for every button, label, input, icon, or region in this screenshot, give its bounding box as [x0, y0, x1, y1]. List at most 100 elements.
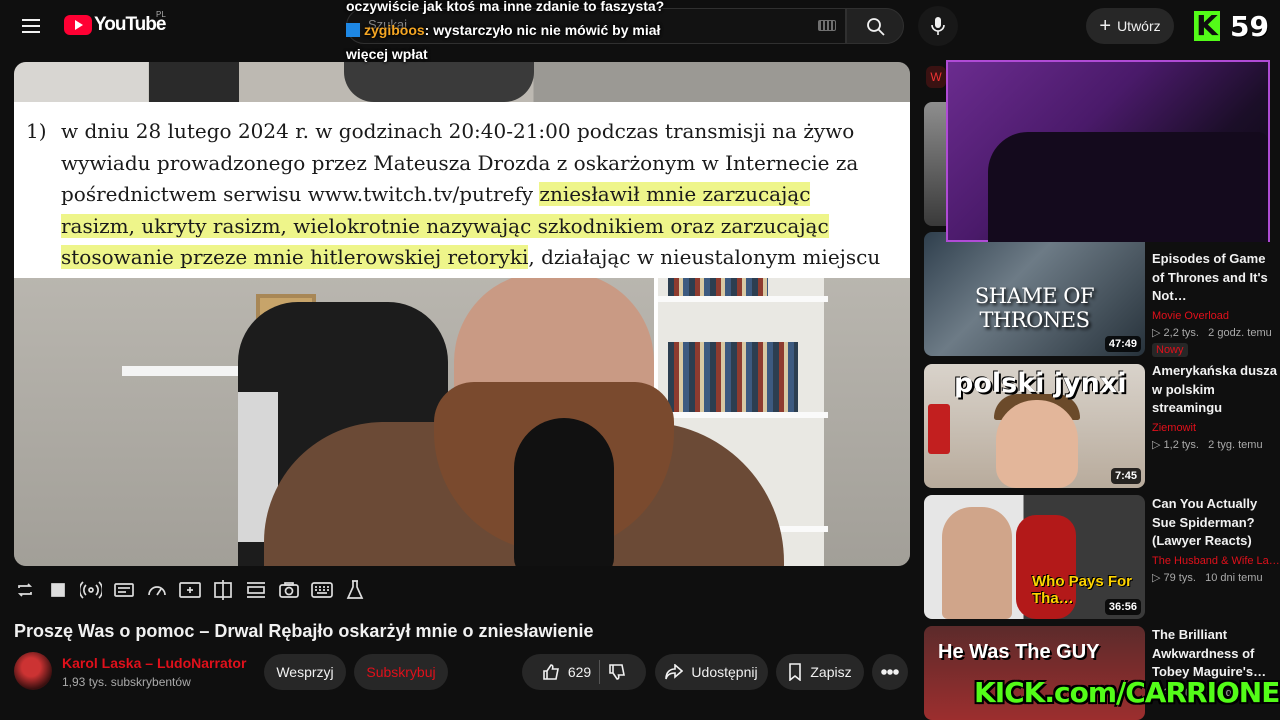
thumbnail-shape	[942, 507, 1012, 619]
upload-age: 2 godz. temu	[1208, 326, 1272, 339]
share-label: Udostępnij	[691, 664, 758, 680]
wall-poster	[149, 62, 239, 102]
save-icon	[789, 663, 802, 681]
duration-badge: 47:49	[1104, 336, 1141, 352]
channel-avatar[interactable]	[14, 652, 52, 690]
recommendation-thumbnail[interactable]: SHAME OF THRONES 47:49	[924, 232, 1145, 356]
subscribe-label: Subskrybuj	[366, 664, 436, 680]
voice-search-button[interactable]	[918, 6, 958, 46]
new-badge: Nowy	[1152, 342, 1188, 357]
kick-url-banner: KICK.com/CARRIONER	[974, 676, 1280, 709]
recommendation-channel[interactable]: The Husband & Wife La…	[1152, 555, 1280, 567]
chat-username: zygiboos	[364, 22, 425, 38]
panel-icon[interactable]	[245, 579, 267, 601]
recommendation-title[interactable]: Amerykańska dusza w polskim streamingu	[1152, 362, 1280, 418]
webcam-overlay	[946, 60, 1270, 242]
document-number: 1)	[26, 119, 47, 143]
recommendation-channel[interactable]: Movie Overload	[1152, 310, 1280, 322]
search-button[interactable]	[846, 8, 904, 44]
create-button[interactable]: + Utwórz	[1086, 8, 1174, 44]
share-icon	[665, 664, 684, 680]
recommendation-item[interactable]: Who Pays For Tha… 36:56 Can You Actually…	[924, 495, 1280, 619]
loop-icon[interactable]	[14, 579, 36, 601]
chat-line: zygiboos: wystarczyło nic nie mówić by m…	[346, 18, 706, 66]
thumbnail-text: polski jynxi	[954, 368, 1127, 399]
document-highlight: zniesławił mnie zarzucając	[539, 182, 811, 206]
create-label: Utwórz	[1117, 18, 1161, 34]
like-button[interactable]: 629	[542, 663, 591, 681]
thumbnail-shape	[928, 404, 950, 454]
document-line: pośrednictwem serwisu www.twitch.tv/putr…	[61, 179, 894, 211]
upload-age: 10 dni temu	[1205, 571, 1263, 584]
recommendation-title[interactable]: Can You Actually Sue Spiderman? (Lawyer …	[1152, 495, 1280, 551]
like-divider	[599, 660, 601, 684]
view-count: 2,2 tys.	[1163, 326, 1199, 339]
video-player[interactable]: 1) w dniu 28 lutego 2024 r. w godzinach …	[14, 62, 910, 566]
recommendation-meta: ▷ 2,2 tys. 2 godz. temu	[1152, 326, 1272, 339]
keyboard-icon[interactable]	[818, 20, 836, 31]
keyboard-shortcuts-icon[interactable]	[311, 579, 333, 601]
split-icon[interactable]	[212, 579, 234, 601]
stop-icon[interactable]	[47, 579, 69, 601]
document-line: rasizm, ukryty rasizm, wielokrotnie nazy…	[61, 211, 894, 243]
country-code: PL	[156, 10, 166, 19]
share-button[interactable]: Udostępnij	[655, 654, 768, 690]
plus-icon: +	[1099, 15, 1112, 37]
subtitles-icon[interactable]	[113, 579, 135, 601]
duration-badge: 36:56	[1104, 599, 1141, 615]
subscribe-button[interactable]: Subskrybuj	[354, 654, 448, 690]
document-text: , działając w nieustalonym miejscu	[528, 245, 881, 269]
document-line: wywiadu prowadzonego przez Mateusza Droz…	[61, 150, 859, 175]
menu-icon[interactable]	[18, 12, 46, 40]
dislike-icon[interactable]	[608, 663, 626, 681]
webcam-scene	[988, 132, 1268, 242]
channel-name[interactable]: Karol Laska – LudoNarrator	[62, 655, 246, 671]
document-line: w dniu 28 lutego 2024 r. w godzinach 20:…	[61, 119, 855, 143]
recommendation-meta: ▷ 1,2 tys. 2 tyg. temu	[1152, 438, 1263, 451]
support-button[interactable]: Wesprzyj	[264, 654, 346, 690]
subscriber-count: 1,93 tys. subskrybentów	[62, 675, 191, 689]
document-highlight: rasizm, ukryty rasizm, wielokrotnie nazy…	[61, 213, 829, 238]
kick-logo: K	[1194, 11, 1220, 41]
thumbnail-text: He Was The GUY	[938, 641, 1100, 663]
chat-overlay: oczywiście jak ktoś ma inne zdanie to fa…	[346, 0, 706, 66]
document-line: stosowanie przeze mnie hitlerowskiej ret…	[61, 242, 894, 274]
recommendation-item[interactable]: polski jynxi 7:45 Amerykańska dusza w po…	[924, 362, 1280, 488]
search-icon	[867, 18, 885, 36]
microphone-icon	[931, 17, 945, 35]
microphone-prop	[514, 418, 614, 566]
broadcast-icon[interactable]	[80, 579, 102, 601]
save-button[interactable]: Zapisz	[776, 654, 864, 690]
video-title: Proszę Was o pomoc – Drwal Rębajło oskar…	[14, 621, 594, 641]
add-icon[interactable]	[179, 579, 201, 601]
like-icon	[543, 664, 559, 680]
recommendation-channel[interactable]: Ziemowit	[1152, 422, 1280, 434]
view-count: 79 tys.	[1163, 571, 1196, 584]
wall-poster	[344, 62, 534, 102]
like-count: 629	[567, 664, 592, 680]
speed-icon[interactable]	[146, 579, 168, 601]
document-overlay: 1) w dniu 28 lutego 2024 r. w godzinach …	[14, 102, 910, 278]
chat-line: oczywiście jak ktoś ma inne zdanie to fa…	[346, 0, 665, 14]
view-count: 1,2 tys.	[1163, 438, 1199, 451]
recommendation-thumbnail[interactable]: Who Pays For Tha… 36:56	[924, 495, 1145, 619]
chat-badge-icon	[346, 23, 360, 37]
more-actions-button[interactable]	[872, 654, 908, 690]
live-chip: W	[926, 66, 946, 88]
save-label: Zapisz	[810, 664, 852, 680]
like-dislike-group: 629	[522, 654, 646, 690]
youtube-logo[interactable]: YouTube PL	[64, 10, 166, 37]
camera-icon[interactable]	[278, 579, 300, 601]
recommendation-thumbnail[interactable]: polski jynxi 7:45	[924, 364, 1145, 488]
support-label: Wesprzyj	[276, 664, 334, 680]
flask-icon[interactable]	[344, 579, 366, 601]
recommendation-title[interactable]: The Brilliant Awkwardness of Tobey Magui…	[1152, 626, 1280, 682]
duration-badge: 7:45	[1110, 468, 1141, 484]
document-highlight: stosowanie przeze mnie hitlerowskiej ret…	[61, 245, 529, 269]
thumbnail-text: SHAME OF THRONES	[974, 284, 1095, 332]
recommendation-title[interactable]: Episodes of Game of Thrones and It's Not…	[1152, 250, 1280, 306]
recommendation-item[interactable]: SHAME OF THRONES 47:49 Episodes of Game …	[924, 232, 1280, 357]
logo-text: YouTube	[94, 14, 166, 35]
thumbnail-shape	[996, 400, 1078, 488]
more-icon	[881, 669, 899, 675]
